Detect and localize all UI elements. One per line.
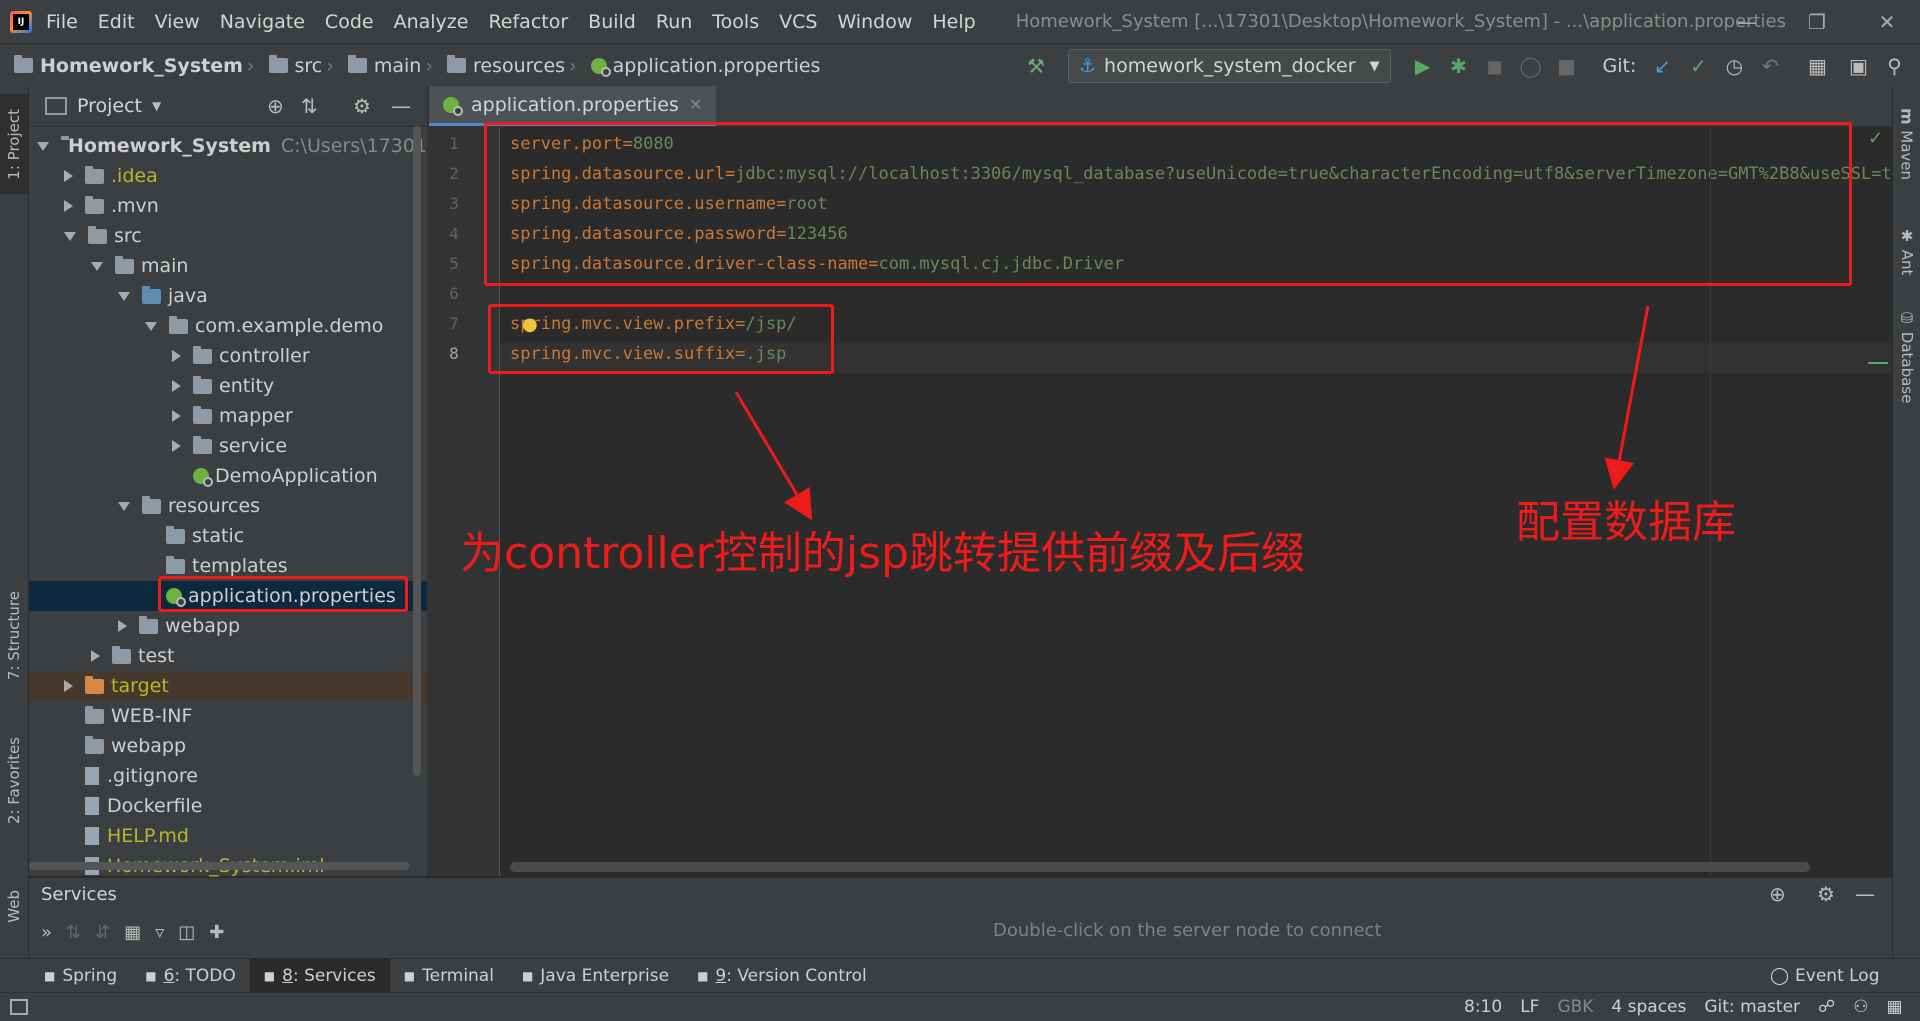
annotation-mvc-prefix-suffix: 为controller控制的jsp跳转提供前缀及后缀 — [460, 528, 1305, 579]
annotation-configure-database: 配置数据库 — [1516, 497, 1736, 548]
arrow-to-mvc-box — [734, 391, 813, 521]
arrow-to-datasource-box — [1604, 305, 1650, 490]
